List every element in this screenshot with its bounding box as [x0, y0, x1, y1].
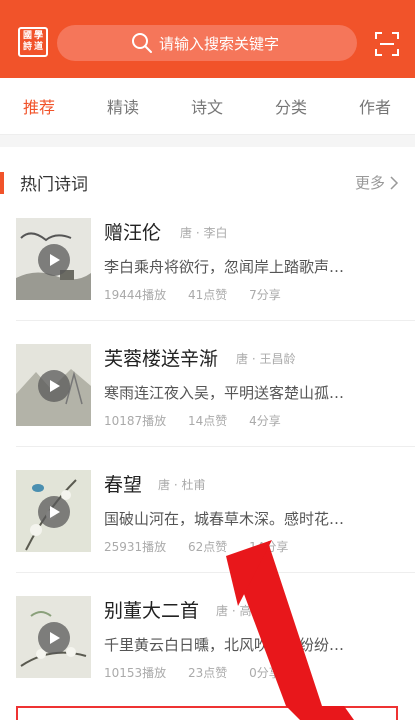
chevron-right-icon[interactable] [389, 176, 399, 190]
list-divider [16, 572, 415, 573]
app-header: 國 詩 學 道 请输入搜索关键字 [0, 0, 415, 78]
section-separator [0, 135, 415, 147]
like-count: 41点赞 [188, 288, 228, 302]
share-count: 7分享 [249, 288, 281, 302]
tab-intensive-reading[interactable]: 精读 [107, 94, 139, 118]
poem-author: 唐 · 高适 [216, 604, 264, 618]
share-count: 0分享 [249, 666, 281, 680]
poem-excerpt: 国破山河在，城春草木深。感时花… [104, 510, 345, 528]
category-tabs: 推荐 精读 诗文 分类 作者 [0, 78, 415, 135]
app-logo[interactable]: 國 詩 學 道 [18, 27, 48, 57]
play-icon [50, 254, 60, 266]
poem-excerpt: 千里黄云白日曛，北风吹雁雪纷纷… [104, 636, 345, 654]
play-button[interactable] [38, 496, 70, 528]
search-input[interactable]: 请输入搜索关键字 [57, 25, 357, 61]
tab-authors[interactable]: 作者 [359, 94, 391, 118]
scan-icon[interactable] [374, 31, 400, 57]
poem-title[interactable]: 赠汪伦 [104, 218, 161, 245]
poem-excerpt: 寒雨连江夜入吴，平明送客楚山孤… [104, 384, 345, 402]
section-title: 热门诗词 [20, 175, 88, 195]
poem-author: 唐 · 李白 [180, 226, 228, 240]
poem-stats: 10187播放 14点赞 4分享 [104, 412, 299, 429]
logo-char: 國 [22, 31, 32, 41]
poem-list-item[interactable]: 别董大二首 唐 · 高适 千里黄云白日曛，北风吹雁雪纷纷… 10153播放 23… [0, 596, 415, 716]
tab-recommend[interactable]: 推荐 [23, 94, 55, 118]
poem-thumbnail [16, 218, 91, 300]
like-count: 14点赞 [188, 414, 228, 428]
poem-stats: 10153播放 23点赞 0分享 [104, 664, 299, 681]
section-accent-bar [0, 172, 4, 194]
list-divider [16, 320, 415, 321]
poem-author: 唐 · 杜甫 [158, 478, 206, 492]
poem-stats: 19444播放 41点赞 7分享 [104, 286, 299, 303]
play-button[interactable] [38, 370, 70, 402]
play-count: 10153播放 [104, 666, 167, 680]
play-count: 10187播放 [104, 414, 167, 428]
poem-excerpt: 李白乘舟将欲行，忽闻岸上踏歌声… [104, 258, 345, 276]
like-count: 62点赞 [188, 540, 228, 554]
like-count: 23点赞 [188, 666, 228, 680]
poem-thumbnail [16, 344, 91, 426]
logo-char: 詩 [22, 42, 32, 52]
play-count: 25931播放 [104, 540, 167, 554]
highlight-box [16, 706, 398, 720]
play-count: 19444播放 [104, 288, 167, 302]
play-button[interactable] [38, 244, 70, 276]
play-icon [50, 380, 60, 392]
play-icon [50, 506, 60, 518]
play-icon [50, 632, 60, 644]
tab-poems[interactable]: 诗文 [191, 94, 223, 118]
poem-thumbnail [16, 596, 91, 678]
search-placeholder: 请输入搜索关键字 [159, 34, 280, 53]
play-button[interactable] [38, 622, 70, 654]
logo-char: 學 [33, 31, 43, 41]
more-link[interactable]: 更多 [355, 172, 385, 193]
share-count: 4分享 [249, 414, 281, 428]
poem-author: 唐 · 王昌龄 [236, 352, 296, 366]
logo-char: 道 [33, 42, 43, 52]
poem-title[interactable]: 春望 [104, 470, 142, 497]
poem-title[interactable]: 芙蓉楼送辛渐 [104, 344, 218, 371]
poem-title[interactable]: 别董大二首 [104, 596, 199, 623]
search-icon [132, 33, 152, 53]
tab-categories[interactable]: 分类 [275, 94, 307, 118]
poem-stats: 25931播放 62点赞 14分享 [104, 538, 306, 555]
list-divider [16, 446, 415, 447]
poem-thumbnail [16, 470, 91, 552]
share-count: 14分享 [249, 540, 289, 554]
